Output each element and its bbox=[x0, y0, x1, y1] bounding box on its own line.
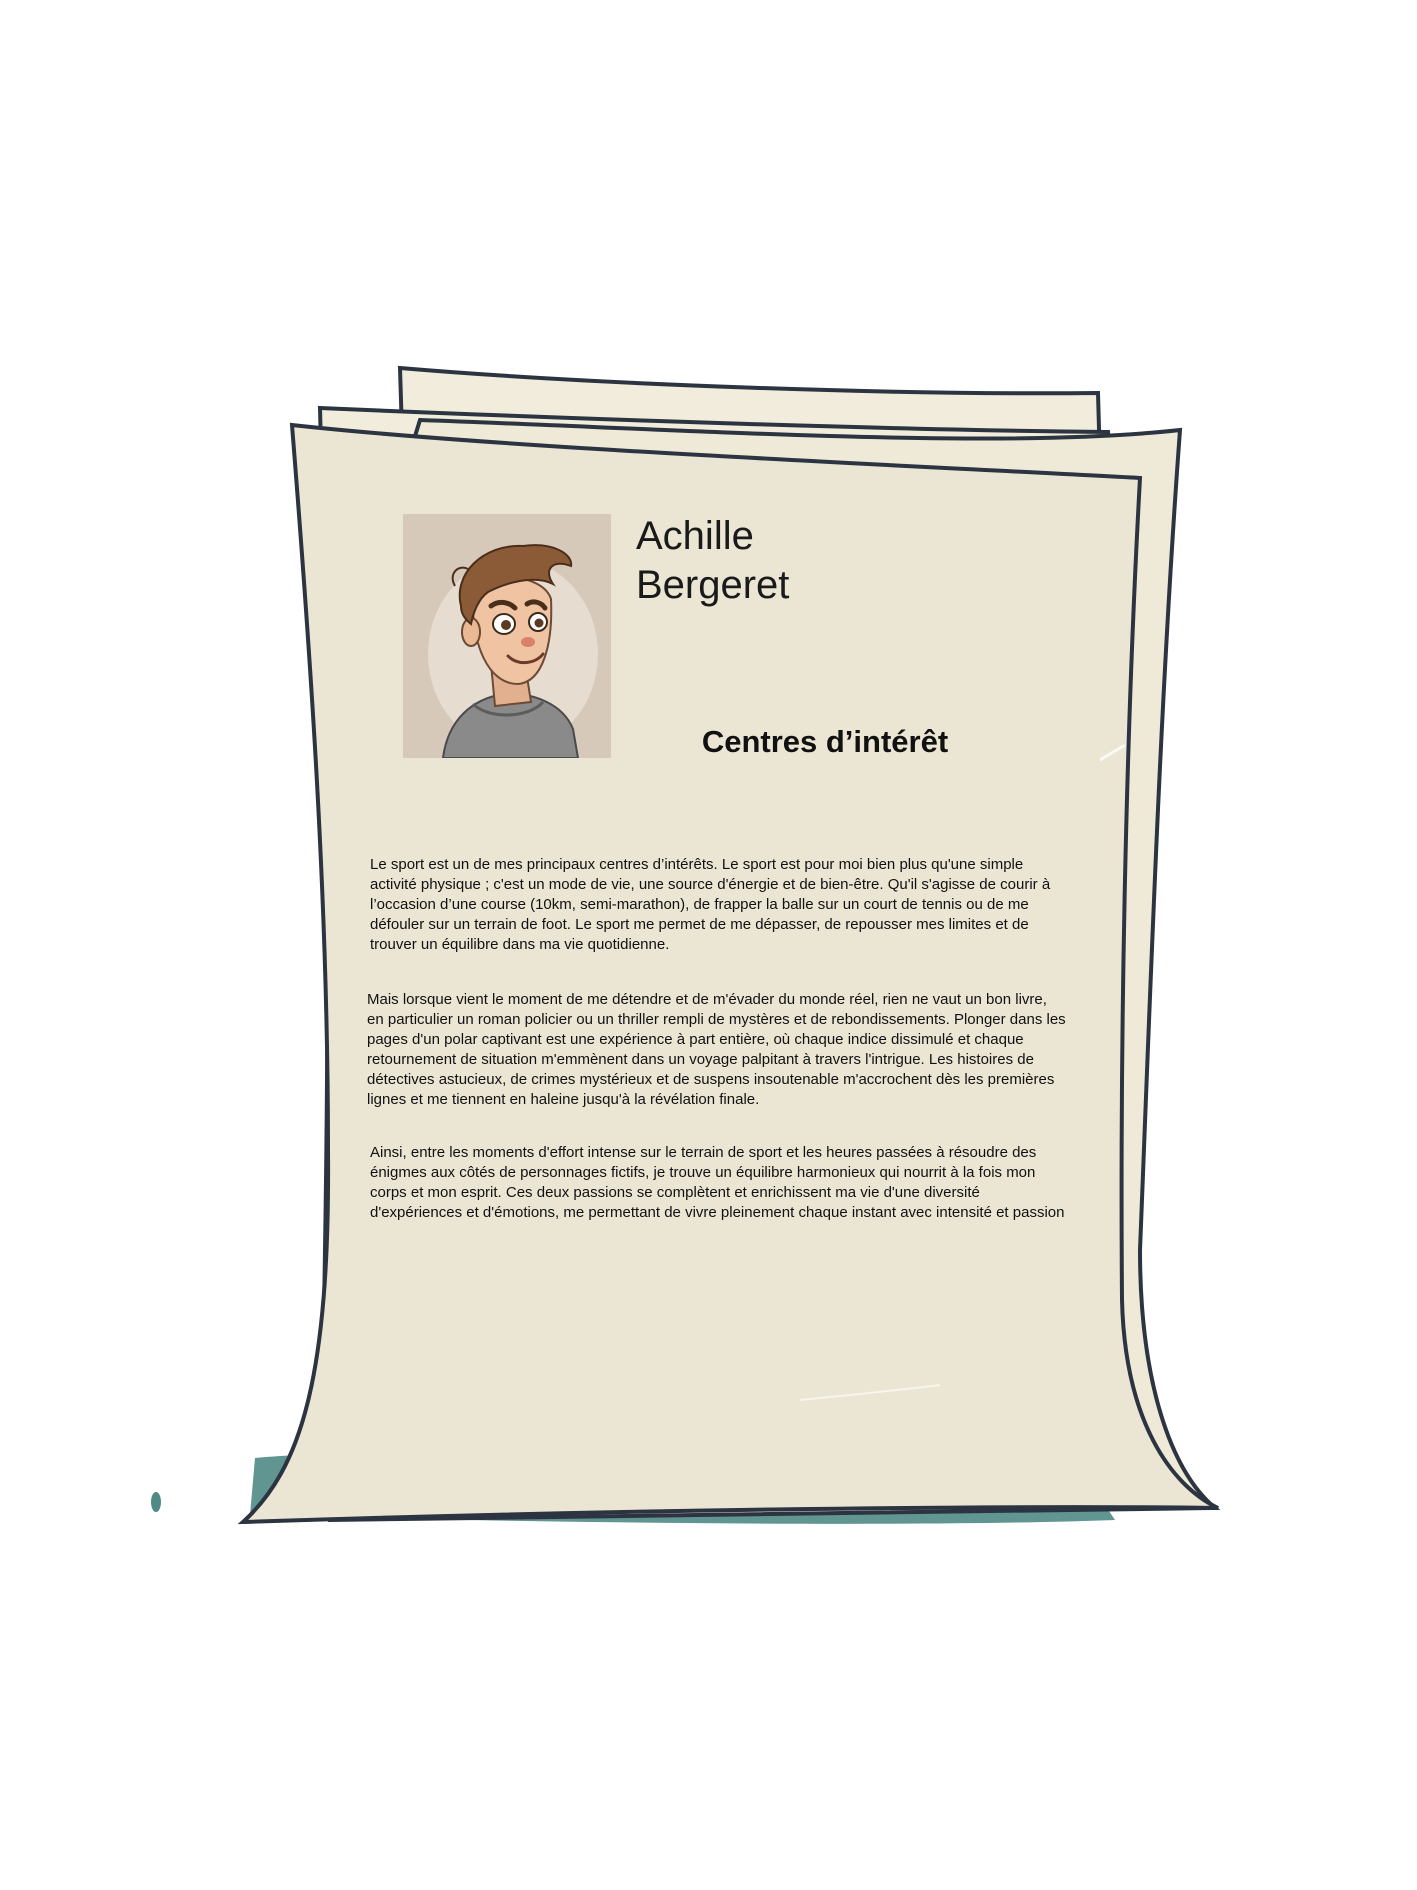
paragraph-reading: Mais lorsque vient le moment de me déten… bbox=[367, 991, 1066, 1108]
section-title: Centres d’intérêt bbox=[701, 724, 949, 759]
nose bbox=[521, 637, 535, 647]
shadow-drop bbox=[151, 1492, 161, 1512]
paragraph-sport: Le sport est un de mes principaux centre… bbox=[370, 856, 1051, 953]
paragraph-conclusion: Ainsi, entre les moments d'effort intens… bbox=[370, 1144, 1065, 1221]
last-name: Bergeret bbox=[636, 563, 790, 607]
avatar-portrait bbox=[403, 514, 611, 758]
first-name: Achille bbox=[636, 514, 754, 558]
